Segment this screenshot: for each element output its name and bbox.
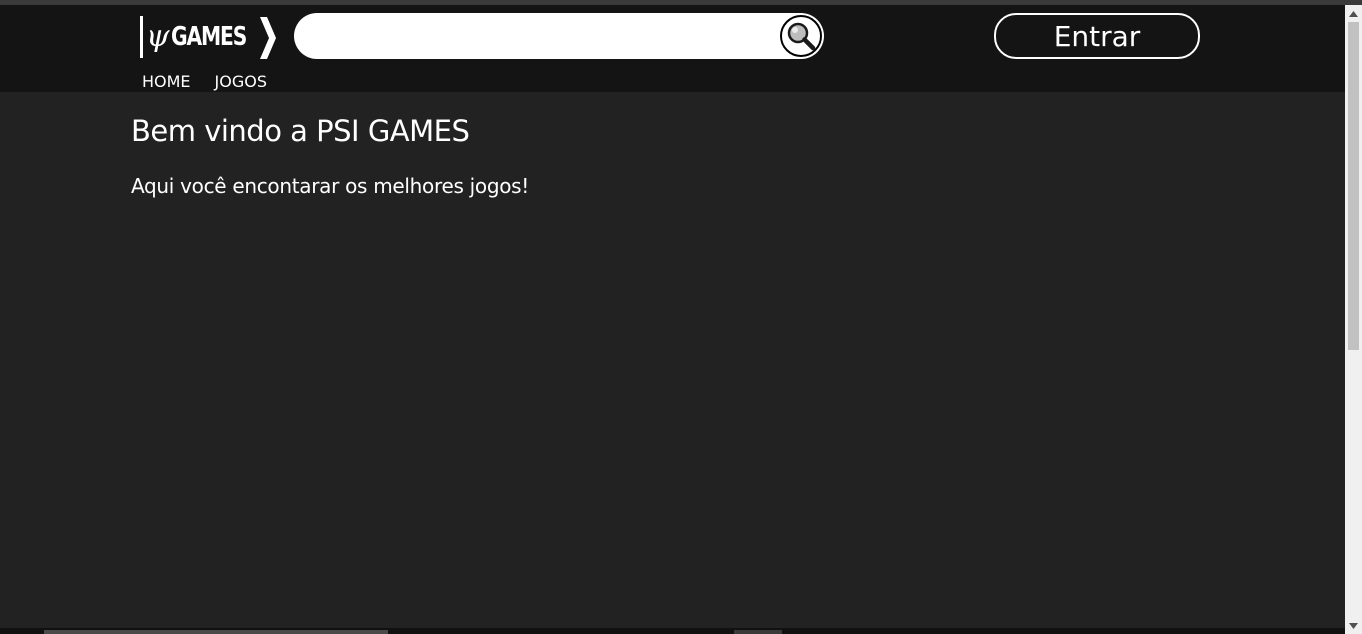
scrollbar-thumb[interactable] <box>1348 22 1359 350</box>
vertical-scrollbar[interactable] <box>1345 5 1362 634</box>
search-icon <box>787 22 816 51</box>
logo-text: GAMES <box>170 22 247 52</box>
nav-item-jogos[interactable]: JOGOS <box>215 71 267 93</box>
logo-bar <box>140 16 143 58</box>
search-input[interactable] <box>310 21 774 53</box>
main-nav: HOME JOGOS <box>142 71 267 93</box>
bottom-bar <box>0 628 1345 634</box>
scroll-up-arrow-icon[interactable] <box>1345 5 1362 22</box>
logo-chevron-icon <box>260 17 276 59</box>
scroll-down-arrow-icon[interactable] <box>1345 617 1362 634</box>
search-button[interactable] <box>780 15 822 57</box>
login-button[interactable]: Entrar <box>994 13 1200 59</box>
page-title: Bem vindo a PSI GAMES <box>131 114 470 148</box>
site-header: ψ GAMES Entrar HOME JOGOS <box>0 5 1345 92</box>
bottom-bar-segment <box>44 630 388 634</box>
search-bar <box>294 13 824 59</box>
welcome-text: Aqui você encontarar os melhores jogos! <box>131 174 529 198</box>
logo-psi-symbol: ψ <box>146 19 170 54</box>
nav-item-home[interactable]: HOME <box>142 71 191 93</box>
bottom-bar-segment <box>734 630 782 634</box>
site-logo[interactable]: ψ GAMES <box>140 13 276 61</box>
